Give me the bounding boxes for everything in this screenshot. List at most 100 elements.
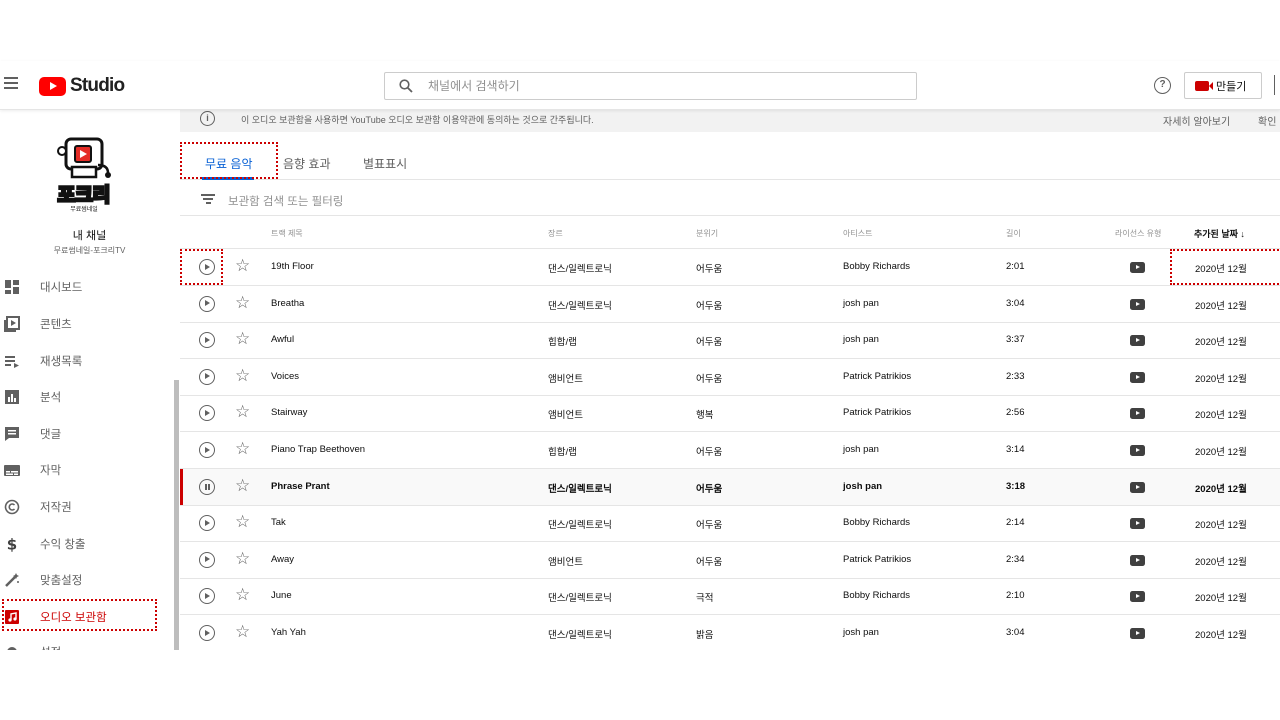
track-mood: 밝음 [696,630,714,641]
filter-icon[interactable] [201,194,215,204]
filter-bar[interactable]: 보관함 검색 또는 필터링 [180,181,1280,216]
column-header-license[interactable]: 라이선스 유형 [1115,228,1161,239]
create-button[interactable]: 만들기 [1184,72,1262,99]
star-icon[interactable]: ☆ [235,366,250,385]
youtube-license-icon [1130,481,1145,493]
search-icon [399,79,413,93]
track-artist: josh pan [843,480,883,492]
svg-text:$: $ [7,536,17,552]
sidebar-item-content[interactable]: 콘텐츠 [0,308,174,340]
tab-starred[interactable]: 별표표시 [363,155,407,172]
column-header-genre[interactable]: 장르 [548,228,563,239]
sidebar: 포크리 무료썸네일 내 채널 무료썸네일-포크리TV 대시보드 콘텐츠 재생목록… [0,110,179,650]
star-icon[interactable]: ☆ [235,549,250,568]
tab-sound-effects[interactable]: 음향 효과 [283,155,331,172]
track-title: Tak [271,517,286,529]
sidebar-item-monetization[interactable]: $ 수익 창출 [0,528,174,560]
table-row[interactable]: ☆ Breatha 댄스/일렉트로닉 어두움 josh pan 3:04 2020년 12월 [180,286,1280,323]
logo-subtext: 무료썸네일 [70,205,98,213]
channel-title[interactable]: 내 채널 [0,227,179,243]
settings-icon [7,647,17,650]
sidebar-item-comments[interactable]: 댓글 [0,418,174,450]
track-title: Awful [271,334,295,346]
track-mood: 어두움 [696,300,723,312]
track-length: 2:34 [1006,553,1025,565]
star-icon[interactable]: ☆ [235,330,250,348]
learn-more-link[interactable]: 자세히 알아보기 [1163,113,1230,128]
table-row[interactable]: ☆ 19th Floor 댄스/일렉트로닉 어두움 Bobby Richards 2:01… [180,249,1280,286]
column-header-added[interactable]: 추가된 날짜 ↓ [1194,227,1245,240]
sidebar-item-customization[interactable]: 맞춤설정 [0,564,174,596]
filter-placeholder[interactable]: 보관함 검색 또는 필터링 [228,193,343,209]
tab-free-music[interactable]: 무료 음악 [205,155,253,172]
sidebar-item-audio-library[interactable]: 오디오 보관함 [0,601,174,633]
confirm-link[interactable]: 확인 [1258,113,1276,128]
sidebar-item-dashboard[interactable]: 대시보드 [0,271,174,303]
account-icon[interactable] [1274,75,1280,95]
track-genre: 댄스/일렉트로닉 [548,630,612,641]
sidebar-item-settings[interactable]: 설정 [0,636,174,650]
column-header-artist[interactable]: 아티스트 [843,228,872,239]
search-box[interactable] [384,72,917,100]
track-date-added: 2020년 12월 [1195,337,1247,349]
track-length: 2:01 [1006,261,1025,272]
table-row[interactable]: ☆ Away 앰비언트 어두움 Patrick Patrikios 2:34 2020년 1… [180,542,1280,579]
table-row[interactable]: ☆ Yah Yah 댄스/일렉트로닉 밝음 josh pan 3:04 2020년 12월 [180,615,1280,650]
search-input[interactable] [428,77,898,95]
play-icon[interactable] [199,588,215,605]
play-icon[interactable] [199,332,215,349]
track-artist: josh pan [843,334,879,346]
play-icon[interactable] [199,405,215,422]
play-icon[interactable] [199,551,215,568]
column-header-added-label: 추가된 날짜 [1194,229,1238,239]
table-row[interactable]: ☆ June 댄스/일렉트로닉 극적 Bobby Richards 2:10 2020년 1… [180,578,1280,616]
track-genre: 앰비언트 [548,373,583,385]
track-title: June [271,590,292,602]
sidebar-scrollbar[interactable] [174,380,179,650]
play-icon[interactable] [199,259,215,275]
column-header-mood[interactable]: 분위기 [696,228,718,239]
table-row[interactable]: ☆ Phrase Prant 댄스/일렉트로닉 어두움 josh pan 3:18 2020… [180,468,1280,506]
star-icon[interactable]: ☆ [235,293,250,312]
sidebar-item-playlists[interactable]: 재생목록 [0,345,174,377]
pause-icon[interactable] [199,478,215,495]
table-row[interactable]: ☆ Voices 앰비언트 어두움 Patrick Patrikios 2:33 2020년… [180,359,1280,396]
column-header-title[interactable]: 트랙 제목 [271,228,303,239]
star-icon[interactable]: ☆ [235,257,250,275]
star-icon[interactable]: ☆ [235,623,250,641]
track-artist: josh pan [843,297,879,309]
track-mood: 어두움 [696,483,723,495]
column-header-length[interactable]: 길이 [1006,228,1021,239]
youtube-license-icon [1130,298,1145,310]
track-genre: 힙합/랩 [548,447,577,458]
play-icon[interactable] [199,625,215,641]
sidebar-item-subtitles[interactable]: 자막 [0,454,174,486]
star-icon[interactable]: ☆ [235,586,250,604]
track-title: Away [271,553,295,565]
channel-avatar[interactable]: 포크리 무료썸네일 [52,135,116,213]
now-playing-indicator [180,468,183,505]
star-icon[interactable]: ☆ [235,476,250,495]
table-row[interactable]: ☆ Piano Trap Beethoven 힙합/랩 어두움 josh pan 3:14… [180,432,1280,469]
play-icon[interactable] [199,442,215,458]
play-icon[interactable] [199,368,215,385]
youtube-studio-logo[interactable]: Studio [39,75,125,97]
help-icon[interactable]: ? [1154,77,1171,94]
track-genre: 댄스/일렉트로닉 [548,264,612,275]
table-row[interactable]: ☆ Stairway 앰비언트 행복 Patrick Patrikios 2:56 2020… [180,395,1280,433]
table-row[interactable]: ☆ Awful 힙합/랩 어두움 josh pan 3:37 2020년 12월 [180,322,1280,360]
star-icon[interactable]: ☆ [235,513,250,531]
play-icon[interactable] [199,515,215,532]
menu-icon[interactable] [4,77,20,91]
sidebar-item-copyright[interactable]: 저작권 [0,491,174,523]
sidebar-item-analytics[interactable]: 분석 [0,381,174,413]
star-icon[interactable]: ☆ [235,403,250,421]
track-artist: Patrick Patrikios [843,553,912,565]
table-row[interactable]: ☆ Tak 댄스/일렉트로닉 어두움 Bobby Richards 2:14 2020년 1… [180,505,1280,543]
track-title: Phrase Prant [271,480,330,492]
track-date-added: 2020년 12월 [1195,447,1247,458]
play-icon[interactable] [199,295,215,312]
track-title: Stairway [271,407,308,419]
youtube-license-icon [1130,628,1145,639]
star-icon[interactable]: ☆ [235,440,250,458]
